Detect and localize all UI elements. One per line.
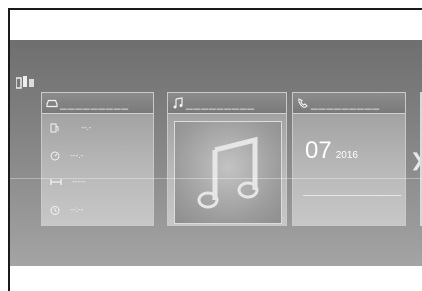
album-art-tile[interactable] xyxy=(174,121,282,224)
display-screen: _________ --.- ---.- ----- --:-- _______… xyxy=(10,40,422,266)
fuel-icon xyxy=(50,123,59,133)
time-row: --:-- xyxy=(50,205,83,215)
speed-value: ---.- xyxy=(70,151,84,161)
date-divider xyxy=(303,195,401,196)
home-menu-icon[interactable] xyxy=(16,75,36,89)
date-day: 07 xyxy=(305,137,332,164)
fuel-row: --.- xyxy=(50,123,91,133)
music-note-icon xyxy=(173,97,183,109)
large-music-note-icon xyxy=(197,136,259,209)
phone-icon xyxy=(298,98,308,108)
distance-value: ----- xyxy=(72,177,86,186)
time-value: --:-- xyxy=(70,205,84,215)
distance-icon xyxy=(50,178,62,185)
vehicle-panel-title: _________ xyxy=(60,96,130,110)
date-display: 07 2016 xyxy=(305,137,358,165)
speed-row: ---.- xyxy=(50,151,83,161)
clock-icon xyxy=(50,206,60,215)
audio-panel[interactable]: _________ xyxy=(167,92,287,226)
phone-panel[interactable]: _________ 07 2016 xyxy=(292,92,406,226)
date-year: 2016 xyxy=(335,150,358,161)
vehicle-panel-header: _________ xyxy=(42,93,153,114)
audio-panel-header: _________ xyxy=(168,93,286,114)
fuel-value: --.- xyxy=(81,123,92,133)
car-icon xyxy=(46,99,58,108)
phone-panel-header: _________ xyxy=(293,93,405,114)
audio-panel-title: _________ xyxy=(186,96,256,110)
distance-row: ----- xyxy=(50,177,86,186)
vehicle-info-panel[interactable]: _________ --.- ---.- ----- --:-- xyxy=(41,92,154,226)
phone-panel-title: _________ xyxy=(311,96,381,110)
speedometer-icon xyxy=(50,151,60,161)
